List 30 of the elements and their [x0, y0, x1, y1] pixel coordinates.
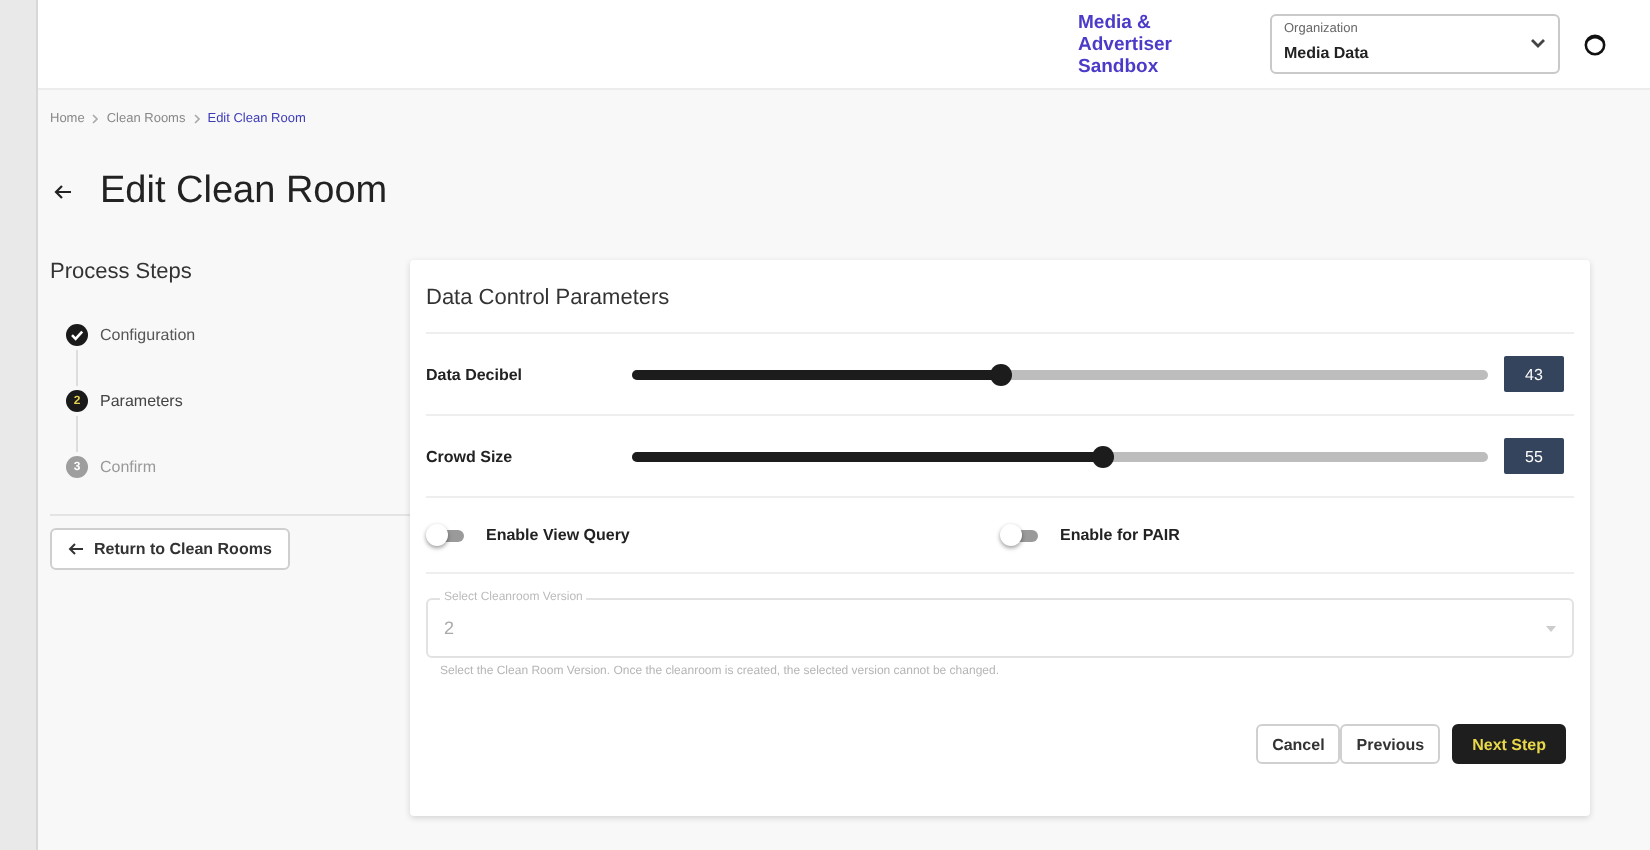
step-label: Confirm: [100, 458, 157, 476]
chevron-right-icon: [92, 114, 99, 124]
section-heading: Process Steps: [50, 260, 194, 288]
back-arrow-icon[interactable]: [54, 184, 72, 200]
next-button[interactable]: Next Step: [1452, 724, 1566, 764]
action-button[interactable]: Previous: [1340, 724, 1441, 764]
slider-label: Crowd Size: [426, 447, 515, 465]
sandbox-link[interactable]: Media & Advertiser Sandbox: [1078, 11, 1238, 77]
action-button[interactable]: Cancel: [1256, 724, 1341, 764]
slider-thumb[interactable]: [989, 363, 1012, 385]
arrow-left-icon: [68, 542, 84, 556]
user-avatar-icon[interactable]: [1584, 33, 1606, 55]
toggle-switch[interactable]: [426, 524, 466, 546]
toggle-label: Enable View Query: [486, 526, 630, 544]
chevron-down-icon: [1530, 38, 1546, 50]
slider-label: Data Decibel: [426, 365, 525, 383]
toggle-switch[interactable]: [1000, 524, 1040, 546]
return-button[interactable]: Return to Clean Rooms: [50, 528, 290, 570]
slider-thumb[interactable]: [1091, 445, 1114, 467]
dropdown-caret-icon: [1546, 625, 1556, 631]
slider-value: 55: [1504, 438, 1564, 474]
step-label: Configuration: [100, 326, 196, 344]
slider-track[interactable]: [632, 369, 1488, 379]
step-label: Parameters: [100, 392, 183, 410]
toggle-label: Enable for PAIR: [1060, 526, 1180, 544]
slider-value: 43: [1504, 356, 1564, 392]
chevron-right-icon: [193, 114, 200, 124]
card-title: Data Control Parameters: [426, 280, 1574, 334]
slider-track[interactable]: [632, 451, 1488, 461]
page-title: Edit Clean Room: [100, 170, 388, 214]
